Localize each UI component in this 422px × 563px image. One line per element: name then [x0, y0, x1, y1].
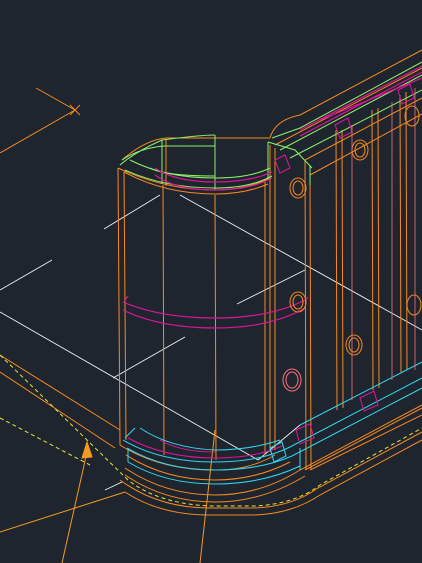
dashed-boundary: [0, 354, 422, 507]
leader-arrows: [0, 429, 216, 563]
cad-viewport[interactable]: [0, 0, 422, 563]
base-trim-magenta: [127, 437, 283, 459]
ucs-origin-cross-icon: [0, 87, 81, 154]
base-plinth-cyan: [122, 361, 422, 485]
floor-outline: [0, 354, 422, 516]
top-rim-green: [119, 61, 422, 190]
rails-magenta: [122, 65, 422, 329]
cabinet-front-frame: [117, 49, 422, 503]
arrowhead-icon: [81, 440, 93, 459]
cad-drawing-canvas: [0, 49, 422, 563]
